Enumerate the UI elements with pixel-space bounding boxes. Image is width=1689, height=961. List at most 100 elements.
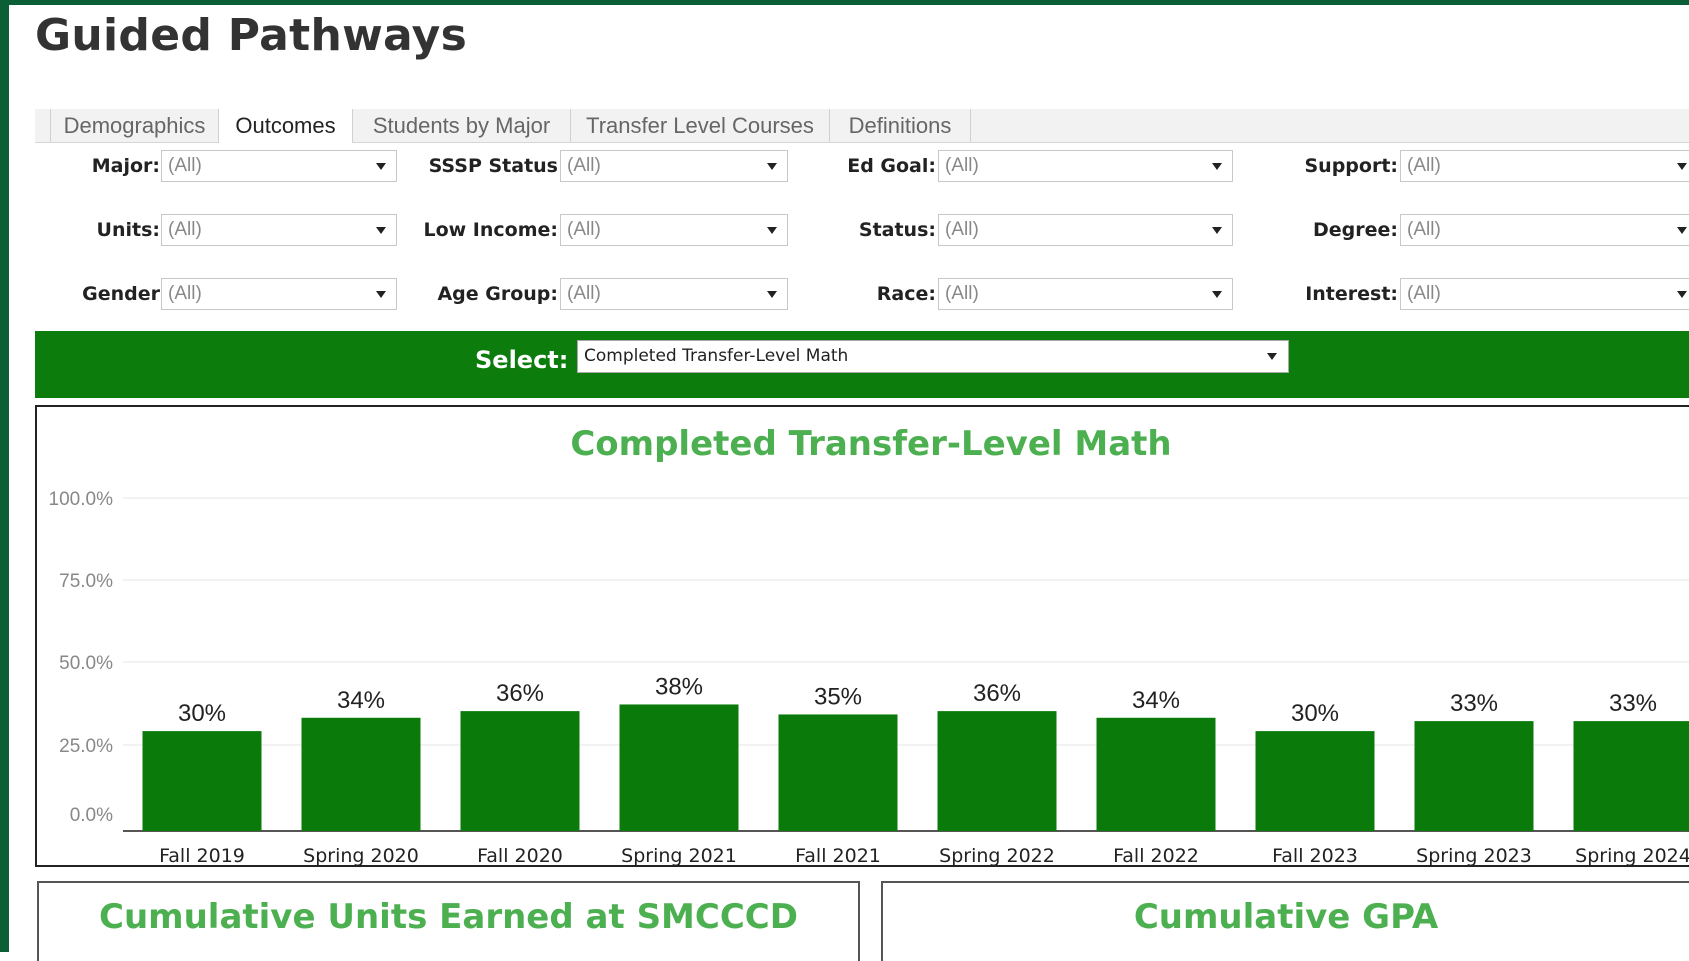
ed-goal-filter-value: (All): [945, 155, 979, 176]
major-filter-label: Major:: [60, 149, 160, 183]
bar-data-label: 38%: [655, 673, 703, 700]
y-tick-label: 50.0%: [59, 653, 113, 674]
tab-students-by-major[interactable]: Students by Major: [352, 109, 570, 142]
bar: [938, 711, 1057, 831]
degree-filter-label: Degree:: [1280, 213, 1398, 247]
chevron-down-icon: [1212, 163, 1222, 170]
race-filter-label: Race:: [820, 277, 936, 311]
x-tick-label: Spring 2020: [303, 845, 419, 867]
y-tick-label: 25.0%: [59, 736, 113, 757]
chevron-down-icon: [1267, 353, 1277, 360]
bar: [302, 718, 421, 831]
bar: [1256, 731, 1375, 831]
major-filter-value: (All): [168, 155, 202, 176]
gender-filter-value: (All): [168, 283, 202, 304]
age-group-filter-value: (All): [567, 283, 601, 304]
chevron-down-icon: [376, 227, 386, 234]
interest-filter-label: Interest:: [1280, 277, 1398, 311]
sssp-status-filter-dropdown[interactable]: (All): [560, 150, 788, 182]
x-tick-label: Spring 2022: [939, 845, 1055, 867]
bar-data-label: 33%: [1609, 690, 1657, 717]
chevron-down-icon: [376, 291, 386, 298]
x-tick-label: Fall 2020: [477, 845, 563, 867]
ed-goal-filter-label: Ed Goal:: [820, 149, 936, 183]
chevron-down-icon: [1212, 291, 1222, 298]
x-tick-label: Fall 2019: [159, 845, 245, 867]
support-filter-dropdown[interactable]: (All): [1400, 150, 1689, 182]
x-tick-label: Spring 2024: [1575, 845, 1689, 867]
chevron-down-icon: [1677, 227, 1687, 234]
measure-select-value: Completed Transfer-Level Math: [584, 346, 848, 366]
bar: [143, 731, 262, 831]
y-tick-label: 0.0%: [70, 805, 113, 826]
status-filter-dropdown[interactable]: (All): [938, 214, 1233, 246]
ed-goal-filter-dropdown[interactable]: (All): [938, 150, 1233, 182]
bar-data-label: 30%: [178, 700, 226, 727]
chevron-down-icon: [1677, 163, 1687, 170]
gender-filter-label: Gender: [60, 277, 160, 311]
tab-bar: Demographics Outcomes Students by Major …: [35, 109, 1689, 143]
bar-data-label: 34%: [1132, 687, 1180, 714]
chevron-down-icon: [376, 163, 386, 170]
bar: [779, 714, 898, 831]
cumulative-units-panel: Cumulative Units Earned at SMCCCD: [37, 881, 860, 961]
degree-filter-value: (All): [1407, 219, 1441, 240]
low-income-filter-dropdown[interactable]: (All): [560, 214, 788, 246]
page-title: Guided Pathways: [35, 10, 467, 61]
chevron-down-icon: [767, 291, 777, 298]
gender-filter-dropdown[interactable]: (All): [161, 278, 397, 310]
cumulative-gpa-title: Cumulative GPA: [883, 897, 1689, 937]
support-filter-label: Support:: [1280, 149, 1398, 183]
interest-filter-value: (All): [1407, 283, 1441, 304]
bar: [620, 704, 739, 831]
race-filter-value: (All): [945, 283, 979, 304]
measure-select-dropdown[interactable]: Completed Transfer-Level Math: [577, 340, 1289, 373]
top-frame-strip: [0, 0, 1689, 5]
bar-data-label: 36%: [973, 680, 1021, 707]
x-tick-label: Spring 2021: [621, 845, 737, 867]
y-tick-label: 75.0%: [59, 571, 113, 592]
bar: [461, 711, 580, 831]
age-group-filter-label: Age Group:: [420, 277, 558, 311]
tab-demographics[interactable]: Demographics: [50, 109, 218, 142]
bar: [1415, 721, 1534, 831]
measure-select-label: Select:: [475, 346, 568, 374]
tab-outcomes[interactable]: Outcomes: [218, 109, 352, 143]
cumulative-gpa-panel: Cumulative GPA: [881, 881, 1689, 961]
cumulative-units-title: Cumulative Units Earned at SMCCCD: [39, 897, 858, 937]
sssp-status-filter-label: SSSP Status: [420, 149, 558, 183]
degree-filter-dropdown[interactable]: (All): [1400, 214, 1689, 246]
bar-data-label: 33%: [1450, 690, 1498, 717]
units-filter-value: (All): [168, 219, 202, 240]
bar-chart: 100.0%75.0%50.0%25.0%0.0%30%Fall 201934%…: [37, 407, 1689, 867]
x-tick-label: Fall 2021: [795, 845, 881, 867]
support-filter-value: (All): [1407, 155, 1441, 176]
x-tick-label: Fall 2022: [1113, 845, 1199, 867]
sssp-status-filter-value: (All): [567, 155, 601, 176]
x-tick-label: Fall 2023: [1272, 845, 1358, 867]
race-filter-dropdown[interactable]: (All): [938, 278, 1233, 310]
measure-select-bar: Select: Completed Transfer-Level Math: [35, 331, 1689, 398]
low-income-filter-label: Low Income:: [420, 213, 558, 247]
bar-data-label: 35%: [814, 683, 862, 710]
interest-filter-dropdown[interactable]: (All): [1400, 278, 1689, 310]
bar-data-label: 36%: [496, 680, 544, 707]
chart-panel: Completed Transfer-Level Math 100.0%75.0…: [35, 405, 1689, 867]
x-tick-label: Spring 2023: [1416, 845, 1532, 867]
units-filter-dropdown[interactable]: (All): [161, 214, 397, 246]
tab-transfer-level-courses[interactable]: Transfer Level Courses: [570, 109, 829, 142]
chevron-down-icon: [767, 163, 777, 170]
chevron-down-icon: [1677, 291, 1687, 298]
major-filter-dropdown[interactable]: (All): [161, 150, 397, 182]
bar-data-label: 34%: [337, 687, 385, 714]
bar: [1097, 718, 1216, 831]
bar: [1574, 721, 1689, 831]
age-group-filter-dropdown[interactable]: (All): [560, 278, 788, 310]
bar-data-label: 30%: [1291, 700, 1339, 727]
chevron-down-icon: [767, 227, 777, 234]
low-income-filter-value: (All): [567, 219, 601, 240]
status-filter-label: Status:: [820, 213, 936, 247]
chevron-down-icon: [1212, 227, 1222, 234]
units-filter-label: Units:: [60, 213, 160, 247]
tab-definitions[interactable]: Definitions: [829, 109, 971, 142]
